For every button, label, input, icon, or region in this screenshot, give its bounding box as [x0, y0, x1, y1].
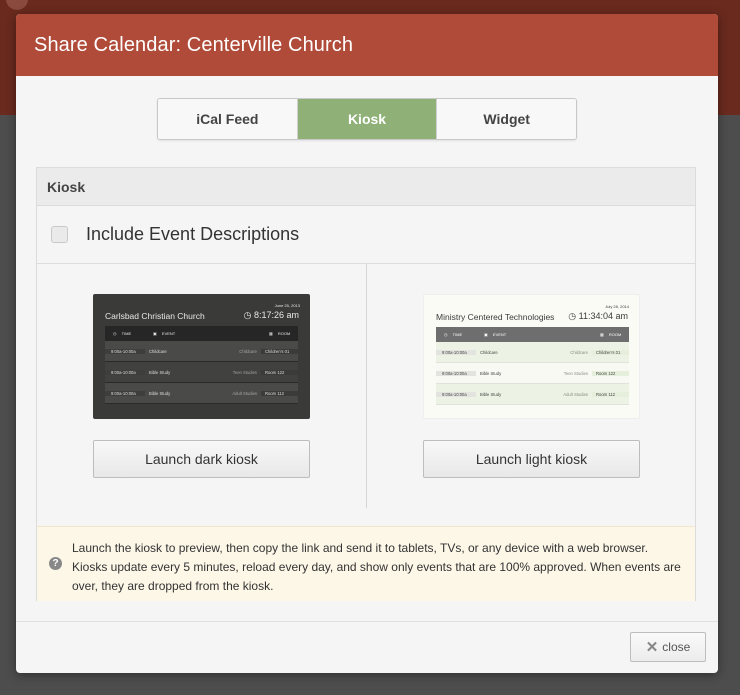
room-header: ▦ ROOM [592, 332, 629, 337]
clock-icon: ◷ [444, 332, 448, 337]
row-room: Room 112 [261, 390, 298, 396]
light-kiosk-column: July 28, 2014 Ministry Centered Technolo… [423, 294, 640, 478]
dark-kiosk-preview: June 25, 2013 Carlsbad Christian Church … [93, 294, 310, 419]
include-descriptions-label[interactable]: Include Event Descriptions [86, 224, 299, 245]
row-room: Room 122 [261, 369, 298, 375]
close-label: close [662, 640, 691, 654]
time-header: ◷ TIME [105, 331, 145, 336]
close-button[interactable]: ✕ close [630, 632, 706, 662]
preview-clock: ◷ 11:34:04 am [568, 311, 628, 322]
event-header: ▣ EVENT [145, 331, 261, 336]
row-event: Bible Study [480, 391, 502, 397]
table-row: 9:00a-10:00a Bible Study Teen Studies Ro… [105, 362, 298, 383]
row-room: Children's 01 [592, 349, 629, 355]
tab-kiosk[interactable]: Kiosk [297, 99, 438, 139]
preview-rows: 9:00a-10:00a Childcare Childcare Childre… [105, 341, 298, 404]
clock-icon: ◷ [568, 311, 577, 321]
backdrop-avatar [6, 0, 28, 10]
kiosk-panel: Kiosk Include Event Descriptions June 25… [36, 167, 696, 601]
row-event: Childcare [480, 349, 498, 355]
dark-kiosk-column: June 25, 2013 Carlsbad Christian Church … [93, 294, 310, 478]
table-row: 9:00a-10:00a Childcare Childcare Childre… [105, 341, 298, 362]
preview-time: 11:34:04 am [578, 311, 628, 321]
include-descriptions-checkbox[interactable] [51, 226, 68, 243]
row-time: 9:00a-10:00a [436, 370, 476, 376]
table-row: 9:00a-10:00a Childcare Childcare Childre… [436, 342, 629, 363]
row-event: Bible Study [149, 390, 171, 396]
preview-time: 8:17:26 am [253, 310, 299, 320]
row-room: Room 122 [592, 370, 629, 376]
close-icon: ✕ [645, 639, 659, 656]
preview-table-header: ◷ TIME ▣ EVENT ▦ ROOM [105, 326, 298, 341]
row-room: Room 112 [592, 391, 629, 397]
launch-light-kiosk-button[interactable]: Launch light kiosk [423, 440, 640, 478]
preview-clock: ◷ 8:17:26 am [244, 310, 299, 321]
tab-ical-feed[interactable]: iCal Feed [158, 99, 298, 139]
preview-rows: 9:00a-10:00a Childcare Childcare Childre… [436, 342, 629, 405]
include-descriptions-row: Include Event Descriptions [37, 206, 695, 264]
help-icon: ? [49, 557, 62, 570]
footer-divider [16, 621, 718, 622]
event-header: ▣ EVENT [476, 332, 592, 337]
row-time: 9:00a-10:00a [105, 348, 145, 354]
row-event: Bible Study [480, 370, 502, 376]
preview-church-name: Carlsbad Christian Church [105, 311, 205, 321]
kiosk-info-box: ? Launch the kiosk to preview, then copy… [37, 526, 695, 601]
panel-heading: Kiosk [37, 168, 695, 206]
row-category: Childcare [570, 349, 588, 355]
table-row: 9:00a-10:00a Bible Study Adult Studies R… [436, 384, 629, 405]
kiosk-options: June 25, 2013 Carlsbad Christian Church … [37, 264, 695, 508]
column-divider [366, 264, 367, 508]
preview-date: July 28, 2014 [605, 304, 629, 309]
row-category: Teen Studies [563, 370, 588, 376]
modal-title: Share Calendar: Centerville Church [34, 33, 354, 56]
room-header: ▦ ROOM [261, 331, 298, 336]
launch-dark-kiosk-button[interactable]: Launch dark kiosk [93, 440, 310, 478]
row-category: Adult Studies [232, 390, 257, 396]
share-tabs: iCal Feed Kiosk Widget [157, 98, 577, 140]
share-calendar-modal: Share Calendar: Centerville Church iCal … [16, 14, 718, 673]
row-category: Teen Studies [232, 369, 257, 375]
row-time: 9:00a-10:00a [105, 369, 145, 375]
grid-icon: ▦ [269, 331, 273, 336]
kiosk-info-text: Launch the kiosk to preview, then copy t… [72, 541, 681, 593]
grid-icon: ▦ [600, 332, 604, 337]
clock-icon: ◷ [243, 310, 252, 320]
row-event: Childcare [149, 348, 167, 354]
preview-table: ◷ TIME ▣ EVENT ▦ ROOM 9:00a-10:00a Child… [436, 327, 629, 405]
row-event: Bible Study [149, 369, 171, 375]
row-category: Adult Studies [563, 391, 588, 397]
preview-table-header: ◷ TIME ▣ EVENT ▦ ROOM [436, 327, 629, 342]
preview-table: ◷ TIME ▣ EVENT ▦ ROOM 9:00a-10:00a Child… [105, 326, 298, 404]
calendar-icon: ▣ [484, 332, 488, 337]
row-time: 9:00a-10:00a [436, 349, 476, 355]
table-row: 9:00a-10:00a Bible Study Adult Studies R… [105, 383, 298, 404]
modal-header: Share Calendar: Centerville Church [16, 14, 718, 76]
preview-church-name: Ministry Centered Technologies [436, 312, 555, 322]
calendar-icon: ▣ [153, 331, 157, 336]
row-time: 9:00a-10:00a [105, 390, 145, 396]
row-room: Children's 01 [261, 348, 298, 354]
tab-widget[interactable]: Widget [437, 99, 576, 139]
table-row: 9:00a-10:00a Bible Study Teen Studies Ro… [436, 363, 629, 384]
row-category: Childcare [239, 348, 257, 354]
light-kiosk-preview: July 28, 2014 Ministry Centered Technolo… [423, 294, 640, 419]
preview-date: June 25, 2013 [274, 303, 300, 308]
clock-icon: ◷ [113, 331, 117, 336]
row-time: 9:00a-10:00a [436, 391, 476, 397]
time-header: ◷ TIME [436, 332, 476, 337]
